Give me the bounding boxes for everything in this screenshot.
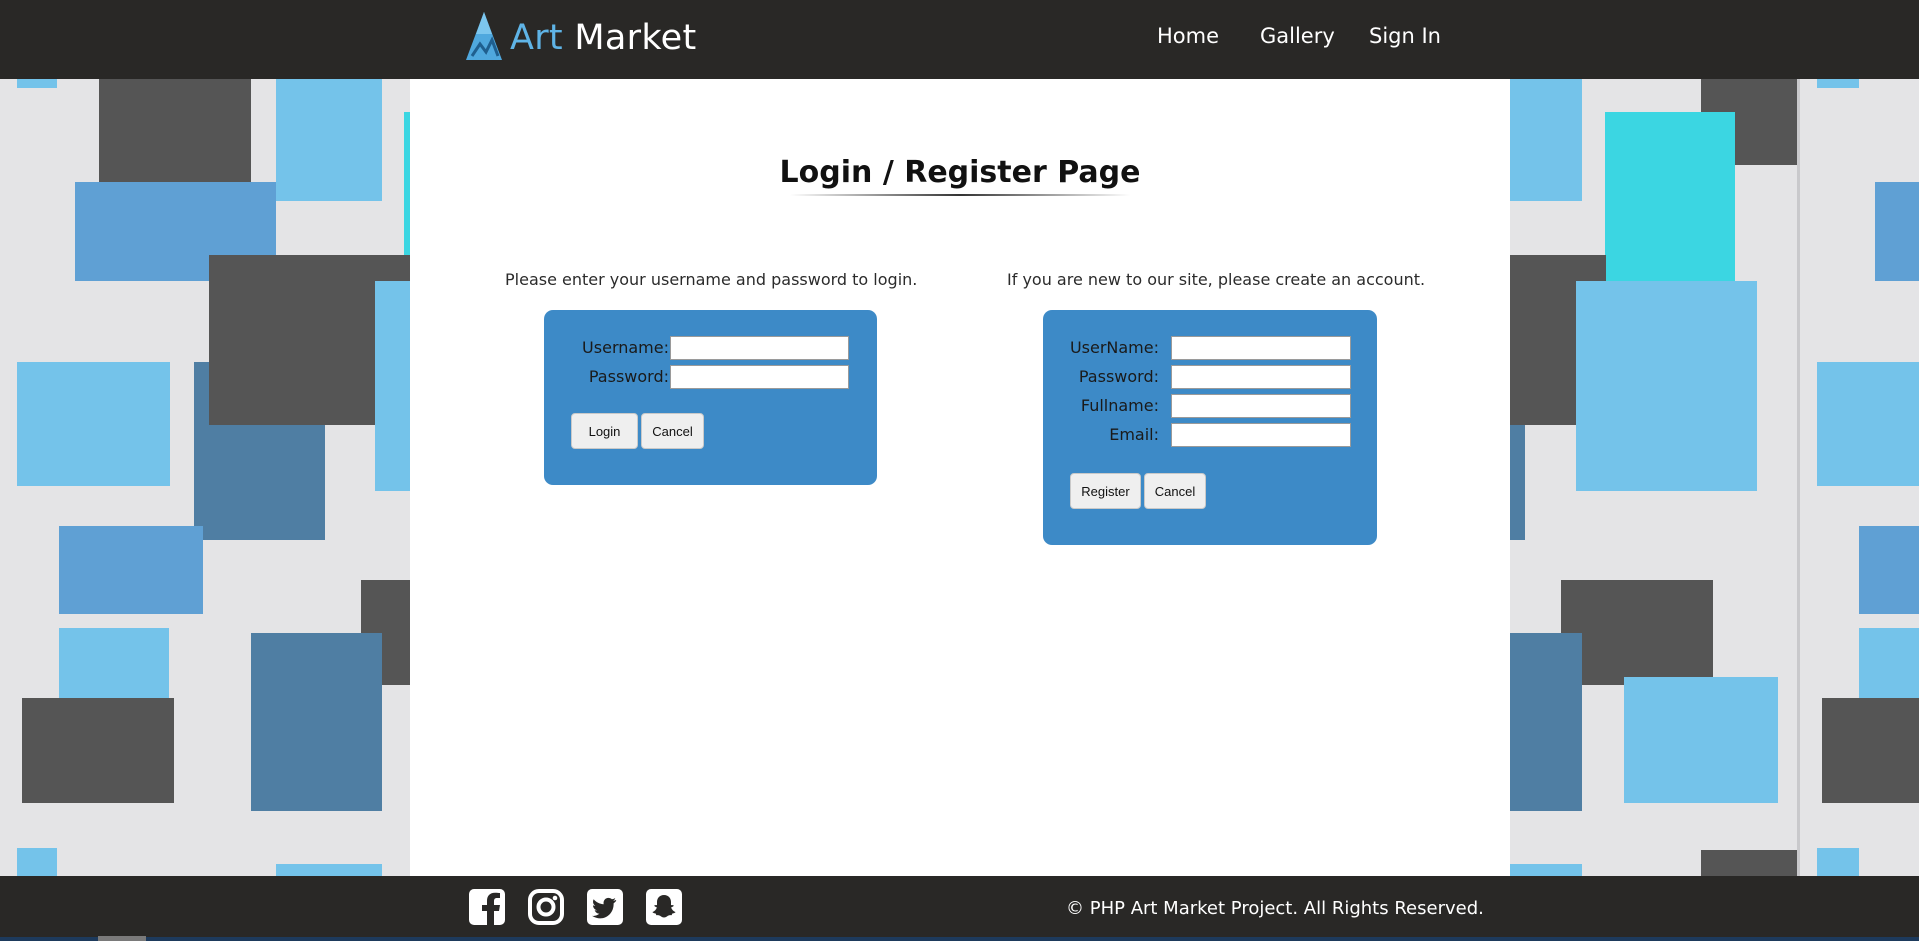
- login-intro-text: Please enter your username and password …: [505, 270, 918, 289]
- nav-gallery-link[interactable]: Gallery: [1260, 24, 1335, 54]
- facebook-icon[interactable]: [468, 888, 506, 926]
- twitter-icon[interactable]: [586, 888, 624, 926]
- register-username-input[interactable]: [1171, 336, 1351, 360]
- top-navbar: Art Market Home Gallery Sign In: [0, 0, 1919, 79]
- register-email-row: Email:: [1043, 423, 1159, 447]
- login-username-row: Username:: [544, 336, 669, 360]
- register-password-row: Password:: [1043, 365, 1159, 389]
- bottom-edge-chip: [98, 936, 146, 941]
- register-intro-text: If you are new to our site, please creat…: [1007, 270, 1426, 289]
- nav-home-link[interactable]: Home: [1157, 24, 1219, 54]
- register-username-row: UserName:: [1043, 336, 1159, 360]
- register-fullname-label: Fullname:: [1080, 396, 1159, 415]
- brand-name-art: Art: [510, 18, 563, 58]
- login-username-label: Username:: [582, 338, 669, 357]
- login-password-row: Password:: [544, 365, 669, 389]
- copyright-text: © PHP Art Market Project. All Rights Res…: [1066, 898, 1484, 919]
- register-email-label: Email:: [1109, 425, 1159, 444]
- login-password-label: Password:: [588, 367, 669, 386]
- content-panel: Login / Register Page Please enter your …: [410, 79, 1510, 876]
- register-button[interactable]: Register: [1070, 473, 1141, 509]
- register-cancel-button[interactable]: Cancel: [1144, 473, 1206, 509]
- login-password-input[interactable]: [670, 365, 849, 389]
- brand-logo[interactable]: Art Market: [462, 12, 697, 64]
- register-email-input[interactable]: [1171, 423, 1351, 447]
- login-username-input[interactable]: [670, 336, 849, 360]
- page-title: Login / Register Page: [779, 155, 1141, 190]
- register-form: UserName: Password: Fullname: Email: Reg…: [1043, 310, 1377, 545]
- mountain-logo-icon: [462, 10, 506, 66]
- login-button[interactable]: Login: [571, 413, 638, 449]
- login-form: Username: Password: Login Cancel: [544, 310, 877, 485]
- register-password-label: Password:: [1078, 367, 1159, 386]
- bottom-edge-strip: [0, 937, 1919, 941]
- register-fullname-row: Fullname:: [1043, 394, 1159, 418]
- page-footer: © PHP Art Market Project. All Rights Res…: [0, 876, 1919, 941]
- register-password-input[interactable]: [1171, 365, 1351, 389]
- snapchat-icon[interactable]: [645, 888, 683, 926]
- register-username-label: UserName:: [1069, 338, 1159, 357]
- title-underline: [790, 194, 1130, 196]
- login-cancel-button[interactable]: Cancel: [641, 413, 704, 449]
- nav-sign-in-link[interactable]: Sign In: [1369, 24, 1441, 54]
- brand-name-market: Market: [574, 18, 697, 58]
- instagram-icon[interactable]: [527, 888, 565, 926]
- register-fullname-input[interactable]: [1171, 394, 1351, 418]
